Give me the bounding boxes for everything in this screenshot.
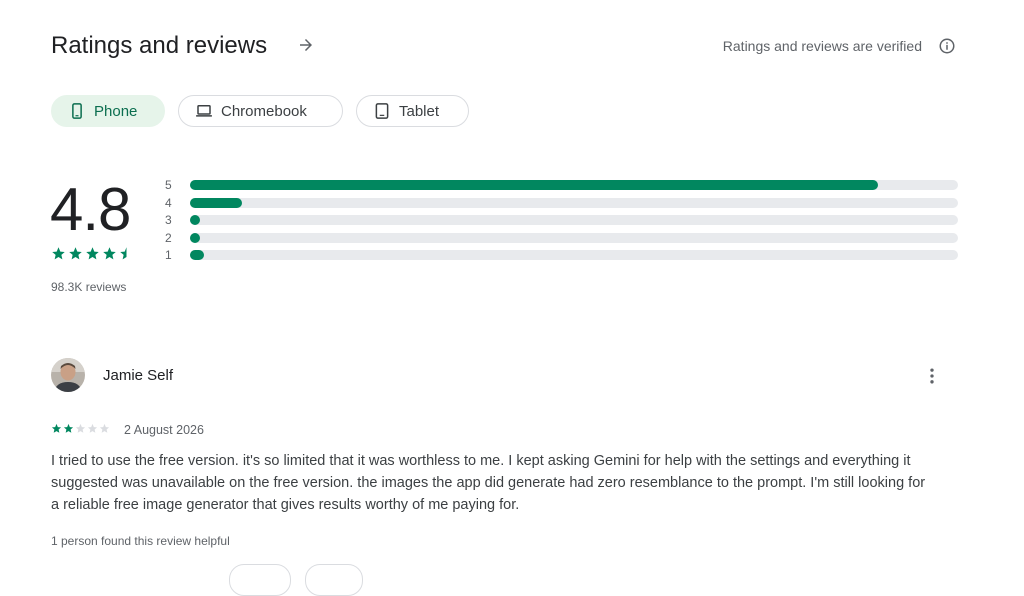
helpful-no-button[interactable] xyxy=(305,564,363,596)
rating-bar-row: 1 xyxy=(165,247,958,265)
rating-bar-label: 2 xyxy=(165,230,172,245)
rating-bar-row: 3 xyxy=(165,212,958,230)
rating-bar-row: 5 xyxy=(165,177,958,195)
star-icon xyxy=(69,247,82,260)
review-count: 98.3K reviews xyxy=(51,280,127,294)
rating-bar-track xyxy=(190,250,958,261)
review-menu-button[interactable] xyxy=(920,364,944,388)
tab-phone-label: Phone xyxy=(94,102,138,120)
star-icon xyxy=(103,247,116,260)
review-author: Jamie Self xyxy=(103,367,174,384)
tab-chromebook[interactable]: Chromebook xyxy=(178,95,343,127)
rating-bar-track xyxy=(190,232,958,243)
average-rating: 4.8 xyxy=(50,176,131,243)
star-icon xyxy=(120,247,133,260)
info-icon[interactable] xyxy=(938,37,956,55)
tab-chromebook-label: Chromebook xyxy=(221,102,307,120)
star-icon xyxy=(51,423,62,433)
ratings-header: Ratings and reviews Ratings and reviews … xyxy=(51,30,956,64)
rating-bar-track xyxy=(190,180,958,190)
rating-bar-fill xyxy=(190,250,204,261)
rating-bar-fill xyxy=(190,215,200,226)
average-rating-stars xyxy=(51,246,134,261)
rating-bar-track xyxy=(190,215,958,226)
phone-icon xyxy=(72,103,82,119)
rating-bar-fill xyxy=(190,232,200,243)
verified-text: Ratings and reviews are verified xyxy=(722,38,922,54)
avatar xyxy=(51,358,85,392)
review-text: I tried to use the free version. it's so… xyxy=(51,453,926,513)
review-date: 2 August 2026 xyxy=(124,423,204,437)
star-icon xyxy=(99,423,110,433)
star-icon xyxy=(52,247,65,260)
star-icon xyxy=(75,423,86,433)
section-title[interactable]: Ratings and reviews xyxy=(51,32,267,60)
tab-phone[interactable]: Phone xyxy=(51,95,165,127)
tab-tablet[interactable]: Tablet xyxy=(356,95,469,127)
tablet-icon xyxy=(375,103,389,119)
laptop-icon xyxy=(196,105,212,117)
rating-bar-label: 4 xyxy=(165,195,172,210)
rating-bar-row: 2 xyxy=(165,230,958,248)
more-vert-icon xyxy=(930,368,934,384)
rating-bar-track xyxy=(190,197,958,208)
tab-tablet-label: Tablet xyxy=(399,102,440,120)
rating-bar-label: 3 xyxy=(165,213,172,228)
review-rating-stars xyxy=(51,423,110,434)
rating-bar-fill xyxy=(190,180,879,190)
rating-distribution: 5 4 3 2 1 xyxy=(165,177,958,265)
rating-bar-label: 5 xyxy=(165,178,172,192)
star-icon xyxy=(63,423,74,433)
star-icon xyxy=(86,247,99,260)
rating-bar-label: 1 xyxy=(165,248,172,263)
rating-bar-fill xyxy=(190,197,243,208)
rating-bar-row: 4 xyxy=(165,195,958,213)
helpful-yes-button[interactable] xyxy=(229,564,291,596)
helpful-count: 1 person found this review helpful xyxy=(51,534,230,548)
star-icon xyxy=(87,423,98,433)
arrow-right-icon[interactable] xyxy=(297,36,315,54)
